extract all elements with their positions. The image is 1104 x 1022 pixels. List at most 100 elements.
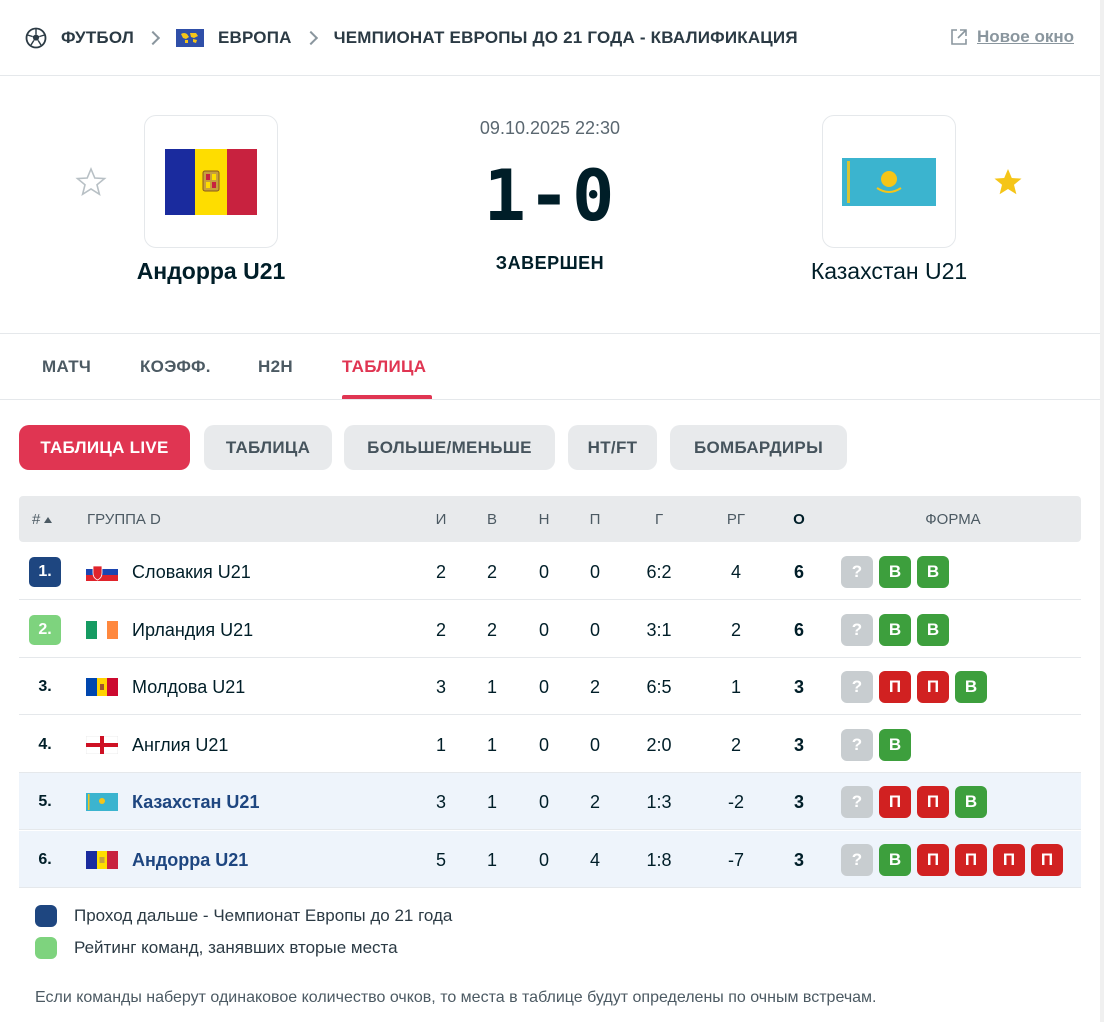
goal-diff-cell: 2 xyxy=(730,734,741,755)
form-win[interactable]: В xyxy=(879,556,911,588)
sort-rank-header[interactable]: # xyxy=(32,511,53,528)
form-header: ФОРМА xyxy=(925,511,981,528)
new-window-label: Новое окно xyxy=(977,27,1074,46)
home-team-logo[interactable] xyxy=(144,115,278,248)
away-team-logo[interactable] xyxy=(822,115,956,248)
tab-h2h[interactable]: H2H xyxy=(258,357,293,377)
played-cell: 3 xyxy=(435,677,446,698)
table-row[interactable]: 1. Словакия U21 2 2 0 0 6:2 4 6? В В xyxy=(19,543,1081,600)
form-win[interactable]: В xyxy=(955,671,987,704)
ireland-flag-icon xyxy=(86,620,118,639)
form-next-match[interactable]: ? xyxy=(841,844,873,876)
form-loss[interactable]: П xyxy=(917,786,949,819)
team-name-link[interactable]: Словакия U21 xyxy=(132,562,251,583)
table-row[interactable]: 3. Молдова U21 3 1 0 2 6:5 1 3? П П В xyxy=(19,658,1081,716)
team-name-link[interactable]: Андорра U21 xyxy=(132,850,248,871)
goals-cell: 6:5 xyxy=(646,677,672,698)
form-list: ? П П В xyxy=(841,786,993,819)
rank-badge: 3. xyxy=(38,678,52,696)
form-list: ? В В xyxy=(841,613,955,646)
form-list: ? П П В xyxy=(841,671,993,704)
form-next-match[interactable]: ? xyxy=(841,613,873,646)
tab-match[interactable]: МАТЧ xyxy=(42,357,91,377)
form-next-match[interactable]: ? xyxy=(841,786,873,819)
lost-header[interactable]: П xyxy=(570,511,620,528)
standings-header: # ГРУППА D И В Н П Г РГ О ФОРМА xyxy=(19,496,1081,542)
won-header[interactable]: В xyxy=(467,511,517,528)
form-next-match[interactable]: ? xyxy=(841,671,873,704)
form-win[interactable]: В xyxy=(917,613,949,646)
new-window-link[interactable]: Новое окно xyxy=(949,27,1074,47)
breadcrumb-sport-link[interactable]: ФУТБОЛ xyxy=(61,28,134,48)
draw-header[interactable]: Н xyxy=(519,511,569,528)
europe-flag-icon xyxy=(175,28,204,47)
favorite-star-filled-icon[interactable] xyxy=(992,166,1024,198)
tiebreak-note: Если команды наберут одинаковое количест… xyxy=(35,989,877,1006)
andorra-flag-icon xyxy=(86,851,118,869)
form-loss[interactable]: П xyxy=(917,671,949,704)
goals-cell: 2:0 xyxy=(646,734,672,755)
subtab-top-scorers[interactable]: БОМБАРДИРЫ xyxy=(670,425,847,470)
rank-header-label: # xyxy=(32,511,41,528)
played-cell: 2 xyxy=(435,619,446,640)
form-next-match[interactable]: ? xyxy=(841,728,873,761)
breadcrumb-competition-link[interactable]: ЧЕМПИОНАТ ЕВРОПЫ ДО 21 ГОДА - КВАЛИФИКАЦ… xyxy=(334,28,798,48)
form-loss[interactable]: П xyxy=(879,671,911,704)
lost-cell: 0 xyxy=(589,734,600,755)
lost-cell: 2 xyxy=(589,792,600,813)
sort-ascending-icon xyxy=(44,516,53,523)
tab-table[interactable]: ТАБЛИЦА xyxy=(342,357,426,377)
points-cell: 3 xyxy=(793,734,804,755)
form-win[interactable]: В xyxy=(917,556,949,588)
team-name-link[interactable]: Молдова U21 xyxy=(132,677,245,698)
home-team-name[interactable]: Андорра U21 xyxy=(81,258,341,285)
form-loss[interactable]: П xyxy=(879,786,911,819)
goal-diff-cell: 4 xyxy=(730,562,741,582)
legend-item-second-place: Рейтинг команд, занявших вторые места xyxy=(35,937,398,959)
goals-header[interactable]: Г xyxy=(634,511,684,528)
subtab-table[interactable]: ТАБЛИЦА xyxy=(204,425,332,470)
team-name-link[interactable]: Казахстан U21 xyxy=(132,792,259,813)
table-row[interactable]: 6. Андорра U21 5 1 0 4 1:8 -7 3? В П П П П xyxy=(19,831,1081,888)
points-cell: 3 xyxy=(793,677,804,698)
form-win[interactable]: В xyxy=(879,728,911,761)
form-loss[interactable]: П xyxy=(917,844,949,876)
legend-item-promotion: Проход дальше - Чемпионат Европы до 21 г… xyxy=(35,905,452,927)
draw-cell: 0 xyxy=(538,792,549,813)
chevron-right-icon xyxy=(145,30,161,45)
subtab-over-under[interactable]: БОЛЬШЕ/МЕНЬШЕ xyxy=(344,425,555,470)
soccer-ball-icon xyxy=(25,27,47,49)
form-win[interactable]: В xyxy=(879,844,911,876)
form-loss[interactable]: П xyxy=(955,844,987,876)
rank-badge: 4. xyxy=(38,735,52,753)
played-header[interactable]: И xyxy=(416,511,466,528)
subtab-live-table[interactable]: ТАБЛИЦА LIVE xyxy=(19,425,190,470)
chevron-right-icon xyxy=(303,30,318,45)
rank-badge: 2. xyxy=(29,614,61,645)
form-loss[interactable]: П xyxy=(993,844,1025,876)
breadcrumb-region-link[interactable]: ЕВРОПА xyxy=(218,28,292,48)
group-header[interactable]: ГРУППА D xyxy=(87,511,161,528)
table-row[interactable]: 2. Ирландия U21 2 2 0 0 3:1 2 6? В В xyxy=(19,601,1081,658)
goals-cell: 6:2 xyxy=(646,562,672,582)
goal-diff-header[interactable]: РГ xyxy=(711,511,761,528)
goal-diff-cell: 1 xyxy=(730,677,741,698)
table-row[interactable]: 4. Англия U21 1 1 0 0 2:0 2 3? В xyxy=(19,716,1081,773)
won-cell: 2 xyxy=(486,619,497,640)
played-cell: 5 xyxy=(435,850,446,870)
draw-cell: 0 xyxy=(538,562,549,582)
away-team-name[interactable]: Казахстан U21 xyxy=(759,258,1019,285)
lost-cell: 4 xyxy=(589,850,600,870)
subtab-ht-ft[interactable]: HT/FT xyxy=(568,425,657,470)
form-win[interactable]: В xyxy=(955,786,987,819)
goals-cell: 1:3 xyxy=(646,792,672,813)
table-row[interactable]: 5. Казахстан U21 3 1 0 2 1:3 -2 3? П П В xyxy=(19,773,1081,831)
team-name-link[interactable]: Англия U21 xyxy=(132,735,228,756)
form-loss[interactable]: П xyxy=(1031,844,1063,876)
tab-odds[interactable]: КОЭФФ. xyxy=(140,357,211,377)
form-win[interactable]: В xyxy=(879,613,911,646)
form-next-match[interactable]: ? xyxy=(841,556,873,588)
favorite-star-outline-icon[interactable] xyxy=(75,166,107,198)
points-header[interactable]: О xyxy=(774,511,824,528)
team-name-link[interactable]: Ирландия U21 xyxy=(132,620,253,641)
